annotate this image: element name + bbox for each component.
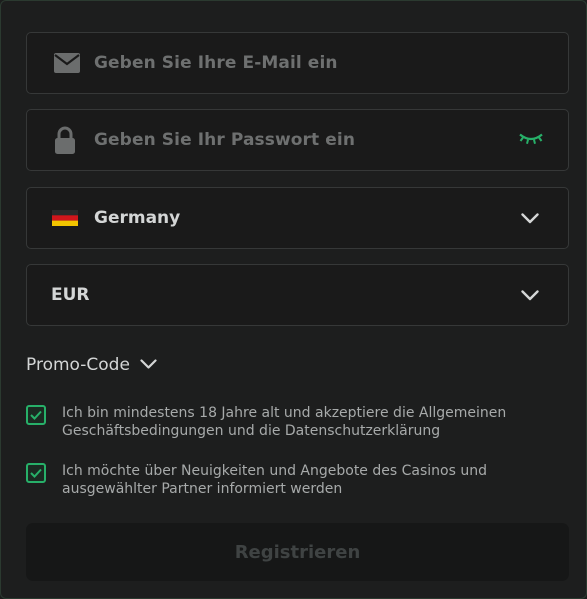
promo-code-label: Promo-Code <box>26 355 130 375</box>
registration-form: Geben Sie Ihre E-Mail ein Geben Sie Ihr … <box>0 0 587 599</box>
checkmark-icon <box>30 410 42 420</box>
terms-consent-text: Ich bin mindestens 18 Jahre alt und akze… <box>62 405 507 439</box>
chevron-down-icon <box>140 355 157 375</box>
newsletter-consent-text: Ich möchte über Neuigkeiten und Angebote… <box>62 463 487 497</box>
terms-checkbox[interactable] <box>26 405 46 425</box>
email-field[interactable]: Geben Sie Ihre E-Mail ein <box>26 32 569 94</box>
password-field[interactable]: Geben Sie Ihr Passwort ein <box>26 109 569 171</box>
currency-value: EUR <box>51 285 90 305</box>
country-select[interactable]: Germany <box>26 187 569 249</box>
envelope-icon <box>54 53 80 73</box>
country-value: Germany <box>94 208 181 228</box>
chevron-down-icon <box>520 211 540 225</box>
terms-consent-row: Ich bin mindestens 18 Jahre alt und akze… <box>26 404 546 440</box>
newsletter-consent-row: Ich möchte über Neuigkeiten und Angebote… <box>26 462 546 498</box>
register-button[interactable]: Registrieren <box>26 523 569 581</box>
password-placeholder: Geben Sie Ihr Passwort ein <box>94 130 356 150</box>
newsletter-checkbox[interactable] <box>26 463 46 483</box>
promo-code-toggle[interactable]: Promo-Code <box>26 355 157 375</box>
lock-icon <box>54 126 76 154</box>
germany-flag-icon <box>52 210 78 226</box>
checkmark-icon <box>30 468 42 478</box>
email-placeholder: Geben Sie Ihre E-Mail ein <box>94 53 338 73</box>
chevron-down-icon <box>520 288 540 302</box>
currency-select[interactable]: EUR <box>26 264 569 326</box>
eye-closed-icon[interactable] <box>518 131 544 150</box>
